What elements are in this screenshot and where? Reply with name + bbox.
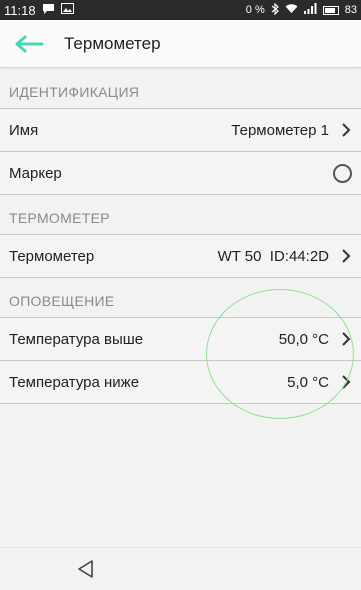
name-value: Термометер 1 <box>231 121 329 139</box>
name-label: Имя <box>9 121 39 139</box>
thermometer-row[interactable]: Термометер WT 50 ID:44:2D <box>0 235 361 278</box>
data-speed-label: 0 % <box>245 4 265 16</box>
wifi-icon <box>285 3 298 17</box>
status-bar: 11:18 0 % 83 <box>0 0 361 20</box>
marker-label: Маркер <box>9 164 62 182</box>
temperature-below-label: Температура ниже <box>9 373 140 391</box>
marker-row[interactable]: Маркер <box>0 152 361 195</box>
section-header-alerts: ОПОВЕЩЕНИЕ <box>0 278 361 318</box>
app-bar: Термометер <box>0 20 361 68</box>
section-header-identification: ИДЕНТИФИКАЦИЯ <box>0 69 361 109</box>
temperature-below-value: 5,0 °C <box>287 373 329 391</box>
arrow-left-icon <box>15 35 44 52</box>
chevron-right-icon <box>341 375 353 389</box>
signal-icon <box>303 3 317 17</box>
settings-list: ИДЕНТИФИКАЦИЯ Имя Термометер 1 Маркер ТЕ… <box>0 69 361 404</box>
section-header-thermometer: ТЕРМОМЕТЕР <box>0 195 361 235</box>
chevron-right-icon <box>341 332 353 346</box>
nav-back-triangle-icon[interactable] <box>75 558 97 580</box>
bluetooth-icon <box>271 2 279 18</box>
thermometer-value: WT 50 ID:44:2D <box>217 247 329 265</box>
battery-level: 83 <box>344 4 357 16</box>
thermometer-label: Термометер <box>9 247 95 265</box>
chevron-right-icon <box>341 249 353 263</box>
battery-icon <box>322 5 339 15</box>
name-row[interactable]: Имя Термометер 1 <box>0 109 361 152</box>
page-title: Термометер <box>64 33 161 53</box>
back-button[interactable] <box>0 20 58 68</box>
status-time: 11:18 <box>4 2 36 18</box>
temperature-above-value: 50,0 °C <box>278 330 329 348</box>
image-icon <box>60 3 74 17</box>
temperature-above-label: Температура выше <box>9 330 144 348</box>
temperature-above-row[interactable]: Температура выше 50,0 °C <box>0 318 361 361</box>
status-right-group: 0 % 83 <box>245 2 357 18</box>
temperature-below-row[interactable]: Температура ниже 5,0 °C <box>0 361 361 404</box>
navigation-bar <box>0 547 361 590</box>
marker-circle-icon[interactable] <box>333 163 352 183</box>
chat-bubble-icon <box>42 3 55 17</box>
chevron-right-icon <box>341 123 353 137</box>
